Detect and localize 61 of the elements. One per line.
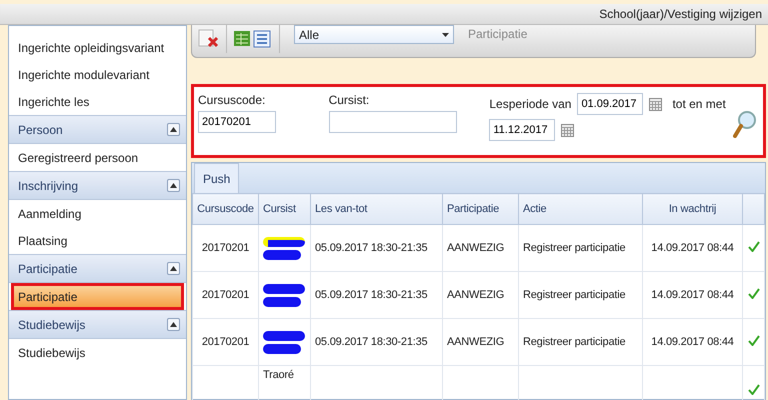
collapse-button[interactable] (167, 123, 180, 136)
search-icon[interactable] (733, 110, 757, 138)
table-cell: 05.09.2017 18:30-21:35 (310, 272, 442, 318)
sidebar-item[interactable]: Participatie (11, 283, 184, 310)
table-cell: AANWEZIG (442, 272, 518, 318)
toolbar-title: Participatie (468, 27, 528, 41)
course-code-field[interactable]: 20170201 (198, 111, 276, 133)
table-cell: 05.09.2017 18:30-21:35 (310, 318, 442, 366)
triangle-icon (170, 127, 177, 132)
table-cell: 05.09.2017 18:30-21:35 (310, 224, 442, 272)
collapse-button[interactable] (167, 318, 180, 331)
sidebar-item[interactable]: Studiebewijs (9, 339, 186, 366)
column-header[interactable]: Participatie (442, 194, 518, 224)
student-field[interactable] (328, 111, 457, 133)
table-cell: 20170201 (192, 272, 258, 318)
sidebar-group-header[interactable]: Persoon (9, 115, 186, 144)
field-label: Cursist: (328, 93, 370, 107)
column-header[interactable]: Cursist (258, 194, 310, 224)
sidebar-group-header[interactable]: Participatie (9, 254, 186, 283)
sidebar-group-header[interactable]: Inschrijving (9, 171, 186, 200)
date-field[interactable]: 11.12.2017 (489, 119, 556, 141)
sidebar-item[interactable]: Ingerichte modulevariant (9, 61, 186, 88)
push-tab[interactable]: Push (194, 163, 240, 193)
change-school-link[interactable]: School(jaar)/Vestiging wijzigen (599, 7, 762, 21)
field-label: Cursuscode: (198, 93, 266, 107)
spreadsheet-icon (234, 31, 250, 46)
table-cell: 14.09.2017 08:44 (642, 224, 742, 272)
triangle-icon (170, 322, 177, 327)
triangle-icon (170, 183, 177, 188)
sidebar-item[interactable]: Ingerichte les (9, 88, 186, 115)
table-cell: Registreer participatie (518, 272, 642, 318)
column-header[interactable]: Actie (518, 194, 642, 224)
field-label: tot en met (672, 97, 726, 111)
table-cell: Registreer participatie (518, 224, 642, 272)
column-header[interactable]: Les van-tot (310, 194, 442, 224)
dropdown-arrow-icon (442, 32, 449, 36)
column-header[interactable]: In wachtrij (642, 194, 742, 224)
table-cell: 20170201 (192, 224, 258, 272)
list-icon (254, 30, 270, 48)
filter-dropdown[interactable]: Alle (294, 25, 454, 44)
sidebar-item[interactable]: Ingerichte opleidingsvariant (9, 34, 186, 61)
field-label: Lesperiode van (489, 97, 572, 111)
calendar-icon[interactable] (649, 98, 662, 110)
column-header (742, 194, 764, 224)
table-cell: AANWEZIG (442, 318, 518, 366)
collapse-button[interactable] (167, 179, 180, 192)
date-field[interactable]: 01.09.2017 (577, 93, 644, 115)
table-cell: AANWEZIG (442, 224, 518, 272)
sidebar-item[interactable]: Geregistreerd persoon (9, 144, 186, 171)
column-header[interactable]: Cursuscode (192, 194, 258, 224)
table-cell: 14.09.2017 08:44 (642, 318, 742, 366)
collapse-button[interactable] (167, 262, 180, 275)
table-cell: 20170201 (192, 318, 258, 366)
calendar-icon[interactable] (561, 124, 574, 136)
sidebar-item[interactable]: Aanmelding (9, 200, 186, 227)
delete-icon (198, 29, 220, 49)
triangle-icon (170, 266, 177, 271)
table-cell: 14.09.2017 08:44 (642, 272, 742, 318)
sidebar-item[interactable]: Plaatsing (9, 227, 186, 254)
table-cell: Registreer participatie (518, 318, 642, 366)
sidebar-group-header[interactable]: Studiebewijs (9, 310, 186, 339)
